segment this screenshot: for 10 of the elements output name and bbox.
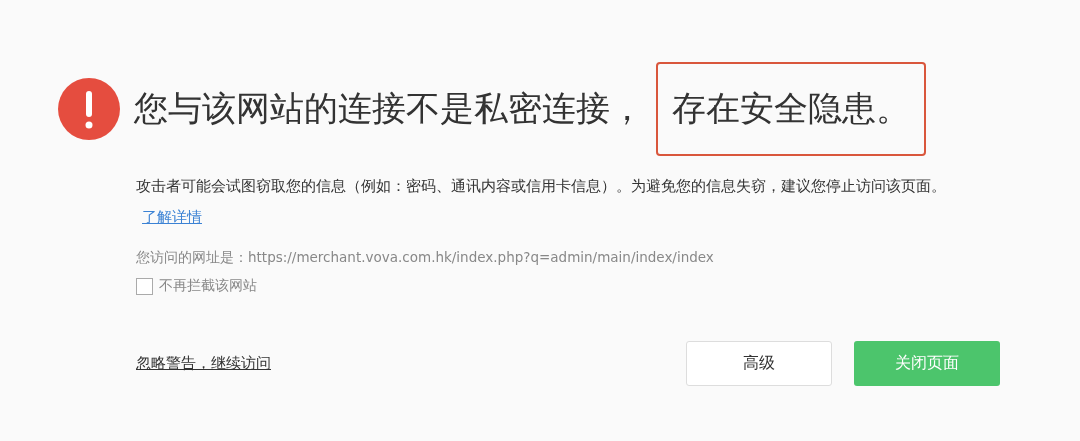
- warning-description: 攻击者可能会试图窃取您的信息（例如：密码、通讯内容或信用卡信息）。为避免您的信息失窃，建议您停止访问该页面。 了解详情: [136, 176, 947, 228]
- highlighted-heading-text: 存在安全隐患。: [656, 62, 926, 156]
- url-text: 您访问的网址是：https://merchant.vova.com.hk/index.php?q=admin/main/index/index: [136, 249, 715, 267]
- advanced-button[interactable]: 高级: [686, 341, 832, 386]
- checkbox[interactable]: [136, 277, 153, 295]
- heading-text: 您与该网站的连接不是私密连接，: [134, 87, 645, 130]
- checkbox-label: 不再拦截该网站: [159, 277, 257, 295]
- warning-icon: [58, 78, 120, 140]
- ignore-warning-link[interactable]: 忽略警告，继续访问: [136, 354, 271, 373]
- learn-more-link[interactable]: 了解详情: [142, 208, 202, 226]
